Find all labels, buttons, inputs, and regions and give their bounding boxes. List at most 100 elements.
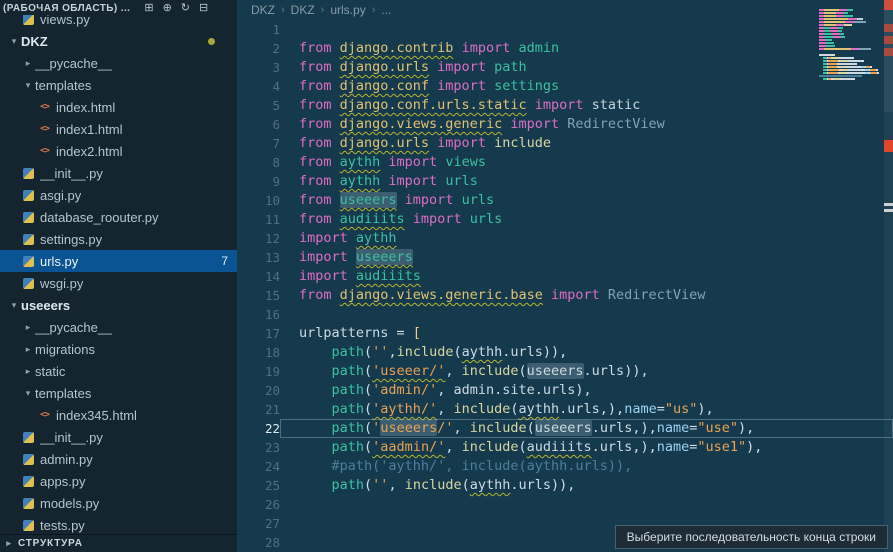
line-number[interactable]: 25 — [237, 476, 280, 495]
line-number[interactable]: 19 — [237, 362, 280, 381]
code-text[interactable]: from aythh import views — [280, 153, 893, 172]
code-text[interactable]: from django.conf.urls.static import stat… — [280, 96, 893, 115]
code-text[interactable]: urlpatterns = [ — [280, 324, 893, 343]
tree-item-asgi-py[interactable]: asgi.py — [0, 184, 237, 206]
code-text[interactable]: from useeers import urls — [280, 191, 893, 210]
line-number[interactable]: 16 — [237, 305, 280, 324]
scrollbar[interactable] — [884, 0, 893, 552]
tree-item--init-py[interactable]: __init__.py — [0, 426, 237, 448]
tree-item-settings-py[interactable]: settings.py — [0, 228, 237, 250]
token: useeers — [356, 249, 413, 265]
token: django.urls — [340, 135, 429, 151]
new-file-icon[interactable]: ⊞ — [144, 3, 153, 14]
code-text[interactable]: from django.views.generic.base import Re… — [280, 286, 893, 305]
line-number[interactable]: 3 — [237, 58, 280, 77]
code-text[interactable] — [280, 20, 893, 39]
code-text[interactable]: import useeers — [280, 248, 893, 267]
code-text[interactable]: path('useeer/', include(useeers.urls)), — [280, 362, 893, 381]
code-text[interactable]: from django.urls import include — [280, 134, 893, 153]
code-text[interactable] — [280, 305, 893, 324]
line-number[interactable]: 17 — [237, 324, 280, 343]
line-number[interactable]: 10 — [237, 191, 280, 210]
tree-item-dkz[interactable]: ▾DKZ — [0, 30, 237, 52]
breadcrumb-item[interactable]: DKZ — [291, 3, 315, 17]
code-text[interactable]: from django.contrib import admin — [280, 39, 893, 58]
line-number[interactable]: 1 — [237, 20, 280, 39]
line-number[interactable]: 4 — [237, 77, 280, 96]
line-number[interactable]: 18 — [237, 343, 280, 362]
collapse-all-icon[interactable]: ⊟ — [199, 3, 208, 14]
minimap[interactable] — [819, 6, 881, 90]
line-number[interactable]: 12 — [237, 229, 280, 248]
tree-item-templates[interactable]: ▾templates — [0, 74, 237, 96]
tree-item-static[interactable]: ▸static — [0, 360, 237, 382]
line-number[interactable]: 23 — [237, 438, 280, 457]
tree-item--pycache-[interactable]: ▸__pycache__ — [0, 316, 237, 338]
line-number[interactable]: 15 — [237, 286, 280, 305]
tree-item-index1-html[interactable]: <>index1.html — [0, 118, 237, 140]
breadcrumb-item[interactable]: DKZ — [251, 3, 275, 17]
code-text[interactable]: from django.urls import path — [280, 58, 893, 77]
line-number[interactable]: 5 — [237, 96, 280, 115]
breadcrumb-item[interactable]: ... — [381, 3, 391, 17]
outline-section-header[interactable]: ▸ СТРУКТУРА — [0, 534, 237, 552]
code-line: 12import aythh — [237, 229, 893, 248]
tree-item-index-html[interactable]: <>index.html — [0, 96, 237, 118]
token: ( — [364, 344, 372, 360]
tree-item-useeers[interactable]: ▾useeers — [0, 294, 237, 316]
tree-item-database-roouter-py[interactable]: database_roouter.py — [0, 206, 237, 228]
token: .urls — [584, 363, 625, 379]
code-text[interactable]: from django.views.generic import Redirec… — [280, 115, 893, 134]
line-number[interactable]: 7 — [237, 134, 280, 153]
tree-item-label: index1.html — [56, 122, 122, 137]
code-text[interactable]: from aythh import urls — [280, 172, 893, 191]
tree-item-index2-html[interactable]: <>index2.html — [0, 140, 237, 162]
line-number[interactable]: 28 — [237, 533, 280, 552]
tree-item--init-py[interactable]: __init__.py — [0, 162, 237, 184]
line-number[interactable]: 26 — [237, 495, 280, 514]
code-text[interactable]: path('', include(aythh.urls)), — [280, 476, 893, 495]
line-number[interactable]: 27 — [237, 514, 280, 533]
token: ), — [575, 382, 591, 398]
refresh-icon[interactable]: ↻ — [181, 3, 190, 14]
code-text[interactable]: from django.conf import settings — [280, 77, 893, 96]
token: import — [543, 287, 608, 303]
scrollbar-thumb[interactable] — [884, 0, 893, 112]
tree-item-migrations[interactable]: ▸migrations — [0, 338, 237, 360]
code-text[interactable]: import aythh — [280, 229, 893, 248]
code-text[interactable]: import audiiits — [280, 267, 893, 286]
line-number[interactable]: 14 — [237, 267, 280, 286]
line-number[interactable]: 24 — [237, 457, 280, 476]
line-number[interactable]: 2 — [237, 39, 280, 58]
tree-item-urls-py[interactable]: urls.py7 — [0, 250, 237, 272]
breadcrumb-item[interactable]: urls.py — [330, 3, 365, 17]
code-line: 14import audiiits — [237, 267, 893, 286]
line-number[interactable]: 20 — [237, 381, 280, 400]
new-folder-icon[interactable]: ⊕ — [163, 3, 172, 14]
line-number[interactable]: 22 — [237, 419, 280, 438]
tree-item--pycache-[interactable]: ▸__pycache__ — [0, 52, 237, 74]
tree-item-models-py[interactable]: models.py — [0, 492, 237, 514]
line-number[interactable]: 21 — [237, 400, 280, 419]
line-number[interactable]: 13 — [237, 248, 280, 267]
code-text[interactable]: path('',include(aythh.urls)), — [280, 343, 893, 362]
code-text[interactable]: path('admin/', admin.site.urls), — [280, 381, 893, 400]
tree-item-tests-py[interactable]: tests.py — [0, 514, 237, 536]
line-number[interactable]: 6 — [237, 115, 280, 134]
tree-item-index345-html[interactable]: <>index345.html — [0, 404, 237, 426]
code-text[interactable]: path('useeers/', include(useeers.urls,),… — [280, 419, 893, 438]
tree-item-admin-py[interactable]: admin.py — [0, 448, 237, 470]
code-text[interactable]: from audiiits import urls — [280, 210, 893, 229]
tree-item-templates[interactable]: ▾templates — [0, 382, 237, 404]
code-text[interactable]: path('aadmin/', include(audiiits.urls,),… — [280, 438, 893, 457]
code-text[interactable]: #path('aythh/', include(aythh.urls)), — [280, 457, 893, 476]
line-number[interactable]: 11 — [237, 210, 280, 229]
token — [299, 420, 332, 436]
tree-item-wsgi-py[interactable]: wsgi.py — [0, 272, 237, 294]
line-number[interactable]: 9 — [237, 172, 280, 191]
token: , — [445, 363, 461, 379]
tree-item-apps-py[interactable]: apps.py — [0, 470, 237, 492]
code-text[interactable] — [280, 495, 893, 514]
line-number[interactable]: 8 — [237, 153, 280, 172]
code-text[interactable]: path('aythh/', include(aythh.urls,),name… — [280, 400, 893, 419]
